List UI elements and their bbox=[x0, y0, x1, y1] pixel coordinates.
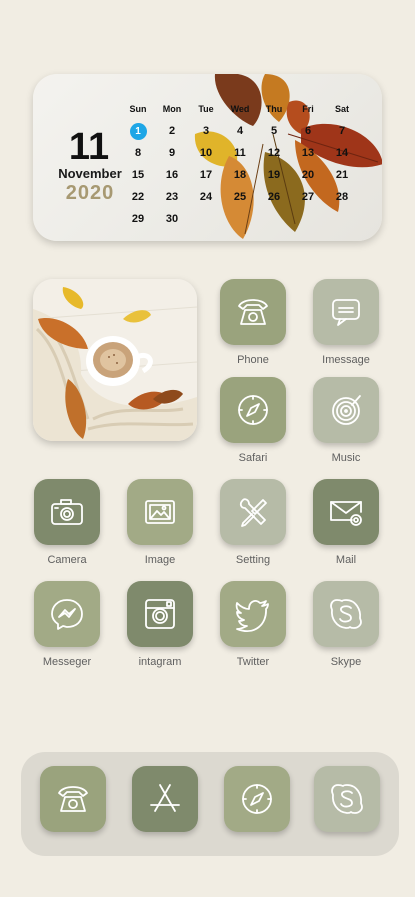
messenger-app-tile[interactable] bbox=[34, 581, 100, 647]
mail-app-tile[interactable] bbox=[313, 479, 379, 545]
camera-icon bbox=[51, 499, 83, 525]
weekday-header: Thu bbox=[265, 104, 283, 114]
twitter-bird-icon bbox=[235, 600, 269, 632]
dock-app-store-app[interactable] bbox=[132, 766, 198, 832]
app-safari[interactable]: Safari bbox=[213, 377, 293, 464]
calendar-widget[interactable]: 11 November 2020 Sun Mon Tue Wed Thu Fri… bbox=[33, 74, 382, 241]
instagram-icon bbox=[145, 599, 175, 629]
calendar-date: 11 bbox=[234, 147, 246, 159]
calendar-day-number: 11 bbox=[68, 126, 110, 168]
twitter-app-tile[interactable] bbox=[220, 581, 286, 647]
calendar-date: 12 bbox=[267, 147, 281, 159]
app-music[interactable]: Music bbox=[306, 377, 386, 464]
calendar-date: 3 bbox=[202, 125, 210, 137]
music-app-tile[interactable] bbox=[313, 377, 379, 443]
calendar-date: 7 bbox=[338, 125, 346, 137]
skype-app-tile[interactable] bbox=[313, 581, 379, 647]
weekday-header: Sun bbox=[129, 104, 147, 114]
app-label: Image bbox=[144, 554, 176, 566]
calendar-date: 8 bbox=[134, 147, 142, 159]
phone-app-tile[interactable] bbox=[220, 279, 286, 345]
weekday-header: Sat bbox=[334, 104, 349, 114]
imessage-app-tile[interactable] bbox=[313, 279, 379, 345]
calendar-date: 27 bbox=[301, 191, 315, 203]
calendar-date: 22 bbox=[131, 191, 145, 203]
setting-app-tile[interactable] bbox=[220, 479, 286, 545]
calendar-date: 29 bbox=[131, 213, 145, 225]
telephone-icon bbox=[58, 786, 88, 812]
calendar-date: 17 bbox=[199, 169, 213, 181]
app-twitter[interactable]: Twitter bbox=[213, 581, 293, 668]
message-bubble-icon bbox=[332, 299, 360, 326]
weekday-header: Mon bbox=[162, 104, 182, 114]
calendar-date: 21 bbox=[335, 169, 349, 181]
calendar-date: 9 bbox=[168, 147, 176, 159]
dock-phone-app[interactable] bbox=[40, 766, 106, 832]
calendar-date: 24 bbox=[199, 191, 213, 203]
photo-widget[interactable] bbox=[33, 279, 197, 441]
calendar-date: 2 bbox=[168, 125, 176, 137]
calendar-date: 6 bbox=[304, 125, 312, 137]
skype-icon bbox=[330, 599, 362, 629]
app-label: Setting bbox=[235, 554, 271, 566]
mail-envelope-icon bbox=[330, 501, 362, 526]
app-camera[interactable]: Camera bbox=[27, 479, 107, 566]
safari-app-tile[interactable] bbox=[220, 377, 286, 443]
vinyl-record-icon bbox=[332, 395, 361, 425]
app-label: Mail bbox=[335, 554, 357, 566]
calendar-date: 19 bbox=[267, 169, 281, 181]
weekday-header: Fri bbox=[302, 104, 314, 114]
app-setting[interactable]: Setting bbox=[213, 479, 293, 566]
calendar-date: 20 bbox=[301, 169, 315, 181]
calendar-date: 18 bbox=[233, 169, 247, 181]
app-skype[interactable]: Skype bbox=[306, 581, 386, 668]
calendar-date: 14 bbox=[335, 147, 349, 159]
app-label: Skype bbox=[330, 656, 362, 668]
skype-icon bbox=[331, 784, 363, 814]
app-label: Imessage bbox=[322, 354, 370, 366]
photo-gallery-icon bbox=[145, 500, 175, 524]
wrench-screwdriver-icon bbox=[239, 498, 267, 527]
compass-icon bbox=[238, 395, 268, 425]
calendar-date: 10 bbox=[199, 147, 213, 159]
coffee-photo-image bbox=[33, 279, 197, 441]
app-label: Camera bbox=[47, 554, 87, 566]
app-imessage[interactable]: Imessage bbox=[306, 279, 386, 366]
calendar-date: 13 bbox=[301, 147, 315, 159]
calendar-date: 26 bbox=[267, 191, 281, 203]
instagram-app-tile[interactable] bbox=[127, 581, 193, 647]
calendar-date: 16 bbox=[165, 169, 179, 181]
calendar-date: 5 bbox=[270, 125, 278, 137]
calendar-date: 25 bbox=[233, 191, 247, 203]
camera-app-tile[interactable] bbox=[34, 479, 100, 545]
telephone-icon bbox=[238, 299, 268, 325]
messenger-icon bbox=[51, 599, 83, 630]
calendar-date: 30 bbox=[165, 213, 179, 225]
weekday-header: Wed bbox=[230, 104, 250, 114]
app-messenger[interactable]: Messeger bbox=[27, 581, 107, 668]
dock-skype-app[interactable] bbox=[314, 766, 380, 832]
app-image[interactable]: Image bbox=[120, 479, 200, 566]
dock-safari-app[interactable] bbox=[224, 766, 290, 832]
app-mail[interactable]: Mail bbox=[306, 479, 386, 566]
calendar-date: 4 bbox=[236, 125, 244, 137]
app-label: Phone bbox=[237, 354, 269, 366]
calendar-grid: Sun Mon Tue Wed Thu Fri Sat 1 2 3 4 5 6 … bbox=[121, 98, 371, 230]
calendar-date-today: 1 bbox=[121, 120, 155, 142]
app-label: Messeger bbox=[42, 656, 92, 668]
app-instagram[interactable]: intagram bbox=[120, 581, 200, 668]
app-store-icon bbox=[150, 784, 180, 812]
weekday-header: Tue bbox=[198, 104, 214, 114]
app-phone[interactable]: Phone bbox=[213, 279, 293, 366]
app-label: intagram bbox=[138, 656, 182, 668]
dock bbox=[21, 752, 399, 856]
app-label: Music bbox=[331, 452, 361, 464]
app-label: Twitter bbox=[236, 656, 270, 668]
app-label: Safari bbox=[238, 452, 268, 464]
calendar-date: 15 bbox=[131, 169, 145, 181]
calendar-date: 23 bbox=[165, 191, 179, 203]
image-app-tile[interactable] bbox=[127, 479, 193, 545]
compass-icon bbox=[242, 784, 272, 814]
calendar-date: 28 bbox=[335, 191, 349, 203]
